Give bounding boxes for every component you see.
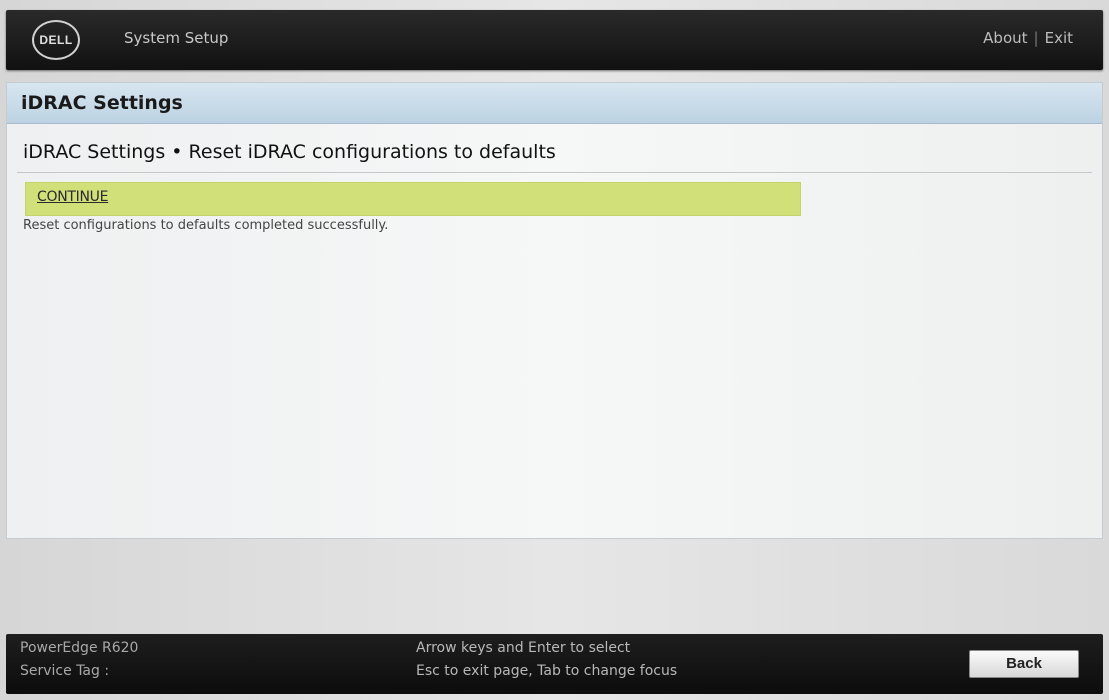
header-bar: DELL System Setup About | Exit [6, 10, 1103, 70]
dell-logo: DELL [32, 20, 80, 60]
page-heading: iDRAC Settings • Reset iDRAC configurati… [23, 141, 556, 163]
system-model: PowerEdge R620 [20, 640, 139, 656]
navigation-hint: Arrow keys and Enter to select [416, 640, 631, 656]
continue-label: CONTINUE [37, 189, 109, 205]
continue-button[interactable]: CONTINUE [25, 182, 801, 216]
footer-bar: PowerEdge R620 Service Tag : Arrow keys … [6, 634, 1103, 694]
escape-hint: Esc to exit page, Tab to change focus [416, 663, 678, 679]
header-links: About | Exit [983, 29, 1073, 47]
about-link[interactable]: About [983, 29, 1027, 47]
divider [17, 172, 1092, 173]
app-title: System Setup [124, 29, 229, 47]
panel-header: iDRAC Settings [7, 83, 1102, 124]
service-tag-label: Service Tag : [20, 663, 110, 679]
system-setup-screen: DELL System Setup About | Exit iDRAC Setti… [0, 0, 1109, 700]
link-separator: | [1033, 29, 1039, 47]
main-panel: iDRAC Settings iDRAC Settings • Reset iD… [6, 82, 1103, 539]
status-message: Reset configurations to defaults complet… [23, 218, 389, 233]
panel-title: iDRAC Settings [21, 92, 183, 114]
exit-link[interactable]: Exit [1045, 29, 1073, 47]
back-button[interactable]: Back [969, 650, 1079, 678]
